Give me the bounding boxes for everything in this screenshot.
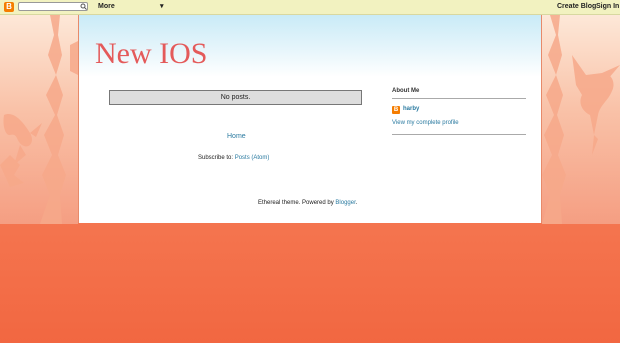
left-decoration — [0, 15, 78, 224]
profile-name-link[interactable]: harby — [403, 106, 419, 112]
more-menu-button[interactable]: More — [98, 2, 115, 12]
subscribe-line: Subscribe to: Posts (Atom) — [198, 155, 269, 161]
header: New IOS — [79, 15, 541, 77]
main-content: New IOS No posts. Home Subscribe to: Pos… — [78, 15, 542, 223]
home-link[interactable]: Home — [227, 133, 246, 140]
footer-text: Ethereal theme. Powered by — [258, 200, 334, 206]
divider — [392, 98, 526, 99]
search-input[interactable] — [18, 2, 88, 11]
navbar: B More ▾ Create Blog Sign In — [0, 0, 620, 15]
status-message: No posts. — [109, 90, 362, 105]
blogger-logo-icon[interactable]: B — [4, 2, 14, 12]
blog-title[interactable]: New IOS — [95, 37, 208, 71]
create-blog-link[interactable]: Create Blog — [557, 2, 596, 12]
subscribe-label: Subscribe to: — [198, 155, 234, 161]
posts-atom-link[interactable]: Posts (Atom) — [235, 155, 270, 161]
blogger-link[interactable]: Blogger — [335, 200, 355, 206]
blogger-profile-icon: B — [392, 106, 400, 114]
footer-suffix: . — [355, 200, 358, 206]
divider — [392, 134, 526, 135]
footer: Ethereal theme. Powered by Blogger. — [258, 200, 357, 206]
sign-in-link[interactable]: Sign In — [596, 2, 619, 12]
about-me-title: About Me — [392, 88, 420, 94]
view-profile-link[interactable]: View my complete profile — [392, 120, 459, 126]
search-icon[interactable] — [80, 2, 87, 11]
right-decoration — [542, 15, 620, 224]
chevron-down-icon[interactable]: ▾ — [160, 1, 164, 12]
